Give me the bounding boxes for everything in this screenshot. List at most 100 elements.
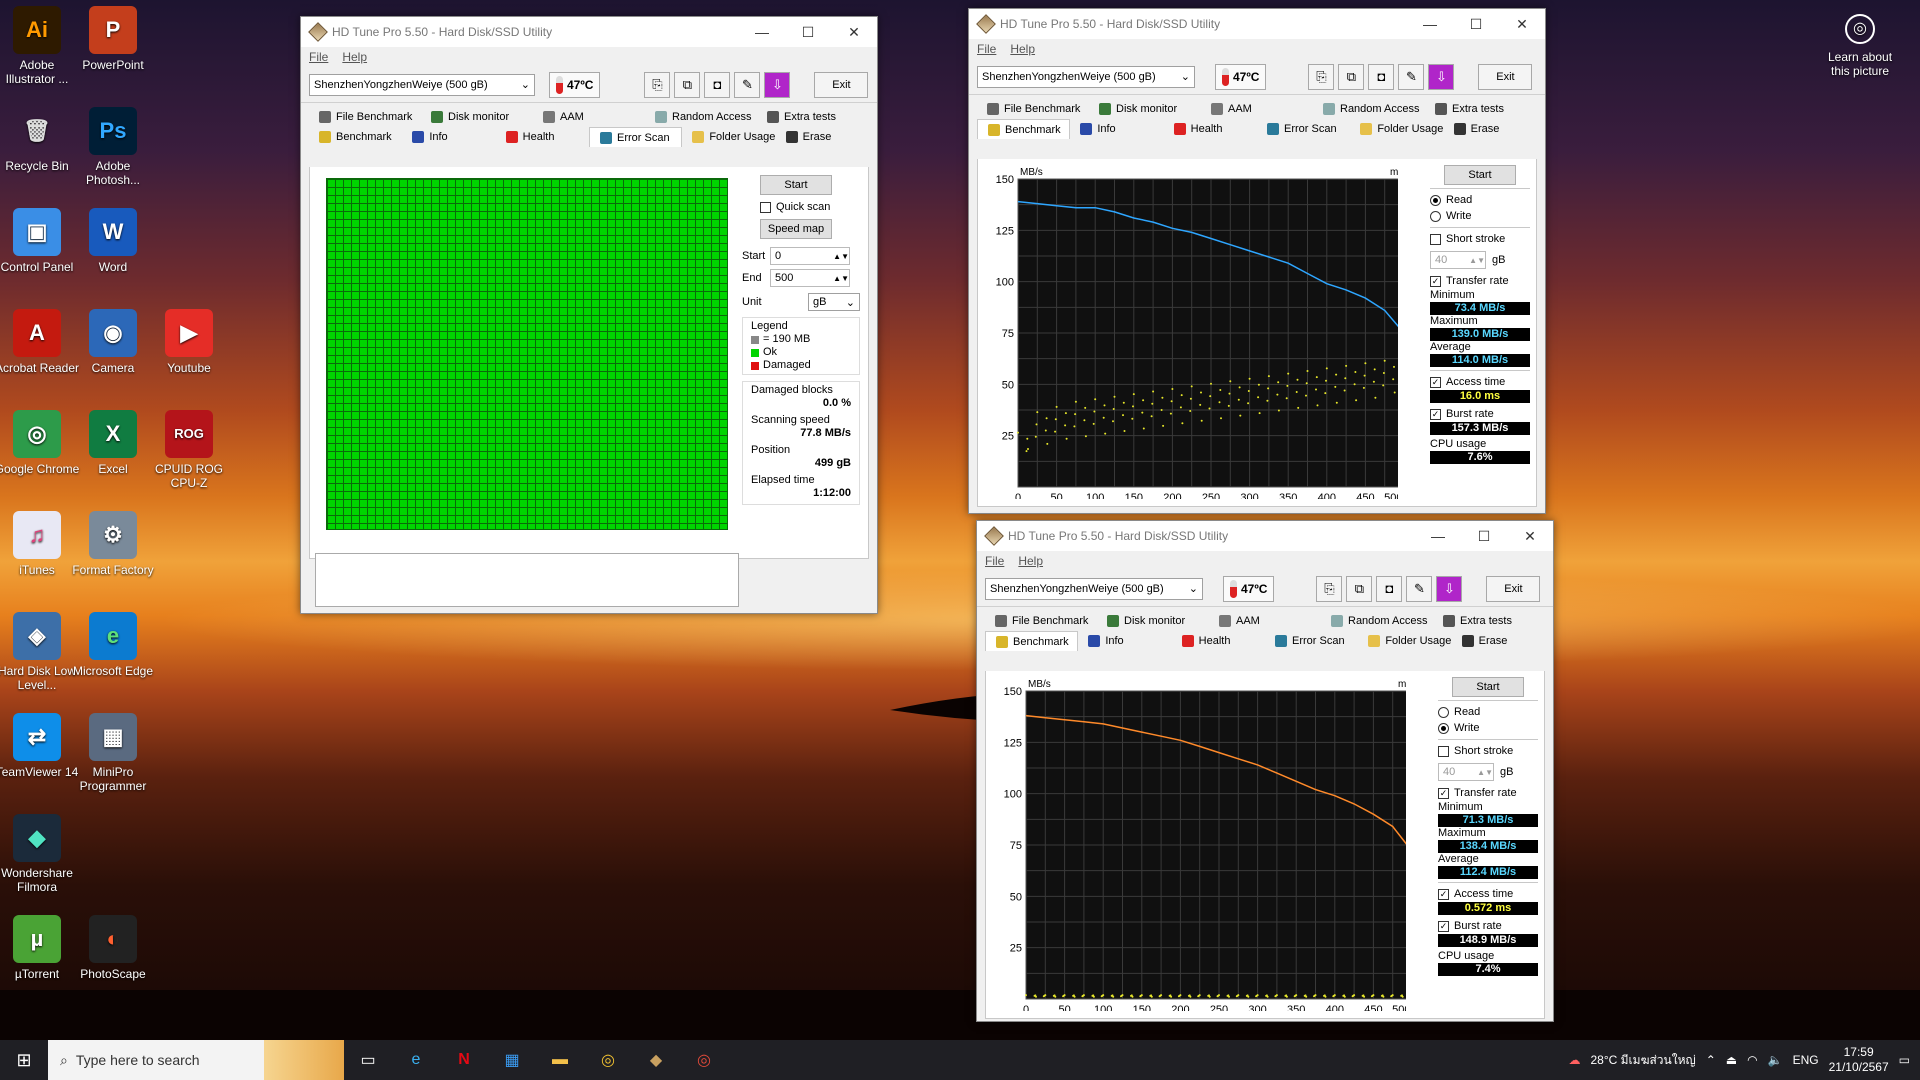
desktop-icon[interactable]: ◈ Hard Disk Low Level... bbox=[0, 612, 80, 692]
tab-folder-usage[interactable]: Folder Usage bbox=[682, 127, 775, 147]
copy-info-icon[interactable]: ⎘ bbox=[1308, 63, 1335, 90]
close-button[interactable]: ✕ bbox=[1499, 16, 1545, 33]
tab-file-benchmark[interactable]: File Benchmark bbox=[309, 107, 421, 127]
maximize-button[interactable]: ☐ bbox=[1453, 16, 1499, 33]
menu-file[interactable]: File bbox=[309, 50, 328, 64]
desktop-icon[interactable]: ▣ Control Panel bbox=[0, 208, 80, 274]
tab-error-scan[interactable]: Error Scan bbox=[1257, 119, 1350, 139]
short-stroke-checkbox[interactable]: Short stroke bbox=[1438, 743, 1538, 759]
tab-health[interactable]: Health bbox=[1164, 119, 1257, 139]
tab-extra-tests[interactable]: Extra tests bbox=[757, 107, 869, 127]
edge-taskbar-icon[interactable]: e bbox=[392, 1040, 440, 1080]
chevron-up-icon[interactable]: ⌃ bbox=[1706, 1053, 1716, 1067]
tab-benchmark[interactable]: Benchmark bbox=[309, 127, 402, 147]
drive-select[interactable]: ShenzhenYongzhenWeiye (500 gB) ⌄ bbox=[977, 65, 1195, 88]
tab-erase[interactable]: Erase bbox=[1452, 631, 1545, 651]
write-radio[interactable]: Write bbox=[1438, 720, 1538, 736]
save-icon[interactable]: ⇩ bbox=[764, 71, 791, 98]
start-button[interactable]: Start bbox=[1452, 677, 1524, 697]
chrome-taskbar-icon[interactable]: ◎ bbox=[584, 1040, 632, 1080]
read-radio[interactable]: Read bbox=[1438, 704, 1538, 720]
exit-button[interactable]: Exit bbox=[814, 71, 869, 98]
desktop-icon[interactable]: ROG CPUID ROG CPU-Z bbox=[146, 410, 232, 490]
minimize-button[interactable]: — bbox=[1415, 528, 1461, 545]
learn-about-picture[interactable]: ◎ Learn about this picture bbox=[1818, 14, 1902, 78]
weather-icon[interactable]: ☁ bbox=[1569, 1053, 1581, 1067]
tab-random-access[interactable]: Random Access bbox=[1321, 611, 1433, 631]
screenshot-icon[interactable]: ◘ bbox=[1368, 63, 1395, 90]
save-icon[interactable]: ⇩ bbox=[1428, 63, 1455, 90]
end-field[interactable]: 500 ▲▼ bbox=[770, 269, 850, 287]
tab-info[interactable]: Info bbox=[402, 127, 495, 147]
tab-aam[interactable]: AAM bbox=[533, 107, 645, 127]
access-time-checkbox[interactable]: ✓ Access time bbox=[1438, 886, 1538, 902]
screenshot-icon[interactable]: ◘ bbox=[704, 71, 731, 98]
menu-help[interactable]: Help bbox=[1010, 42, 1035, 56]
copy-all-icon[interactable]: ⧉ bbox=[674, 71, 701, 98]
tab-aam[interactable]: AAM bbox=[1209, 611, 1321, 631]
title-bar[interactable]: HD Tune Pro 5.50 - Hard Disk/SSD Utility… bbox=[301, 17, 877, 47]
weather-text[interactable]: 28°C มีเมฆส่วนใหญ่ bbox=[1591, 1051, 1696, 1070]
file-explorer-taskbar-icon[interactable]: ▬ bbox=[536, 1040, 584, 1080]
tab-error-scan[interactable]: Error Scan bbox=[1265, 631, 1358, 651]
tab-folder-usage[interactable]: Folder Usage bbox=[1358, 631, 1451, 651]
task-view-icon[interactable]: ▭ bbox=[344, 1040, 392, 1080]
hdtune-taskbar-icon[interactable]: ◆ bbox=[632, 1040, 680, 1080]
quick-scan-checkbox[interactable]: Quick scan bbox=[760, 199, 860, 215]
exit-button[interactable]: Exit bbox=[1486, 575, 1541, 602]
volume-icon[interactable]: 🔈 bbox=[1768, 1053, 1783, 1067]
search-box[interactable]: ⌕ Type here to search bbox=[48, 1040, 344, 1080]
unit-select[interactable]: gB ⌄ bbox=[808, 293, 860, 311]
write-radio[interactable]: Write bbox=[1430, 208, 1530, 224]
tab-benchmark[interactable]: Benchmark bbox=[985, 631, 1079, 651]
tab-health[interactable]: Health bbox=[496, 127, 589, 147]
title-bar[interactable]: HD Tune Pro 5.50 - Hard Disk/SSD Utility… bbox=[977, 521, 1553, 551]
start-field[interactable]: 0 ▲▼ bbox=[770, 247, 850, 265]
options-icon[interactable]: ✎ bbox=[1406, 575, 1433, 602]
tab-random-access[interactable]: Random Access bbox=[645, 107, 757, 127]
tab-info[interactable]: Info bbox=[1070, 119, 1163, 139]
tab-disk-monitor[interactable]: Disk monitor bbox=[421, 107, 533, 127]
desktop-icon[interactable]: ▶ Youtube bbox=[146, 309, 232, 375]
desktop-icon[interactable]: W Word bbox=[70, 208, 156, 274]
tab-erase[interactable]: Erase bbox=[1444, 119, 1537, 139]
copy-info-icon[interactable]: ⎘ bbox=[1316, 575, 1343, 602]
tab-error-scan[interactable]: Error Scan bbox=[589, 127, 683, 147]
desktop-icon[interactable]: Ps Adobe Photosh... bbox=[70, 107, 156, 187]
menu-help[interactable]: Help bbox=[342, 50, 367, 64]
tab-file-benchmark[interactable]: File Benchmark bbox=[985, 611, 1097, 631]
start-button[interactable]: Start bbox=[1444, 165, 1516, 185]
desktop-icon[interactable]: A Acrobat Reader bbox=[0, 309, 80, 375]
stroke-field[interactable]: 40 ▲▼ bbox=[1438, 763, 1494, 781]
close-button[interactable]: ✕ bbox=[1507, 528, 1553, 545]
save-icon[interactable]: ⇩ bbox=[1436, 575, 1463, 602]
desktop-icon[interactable]: ◐ PhotoScape bbox=[70, 915, 156, 981]
desktop-icon[interactable]: ⇄ TeamViewer 14 bbox=[0, 713, 80, 779]
tab-random-access[interactable]: Random Access bbox=[1313, 99, 1425, 119]
screenshot-icon[interactable]: ◘ bbox=[1376, 575, 1403, 602]
title-bar[interactable]: HD Tune Pro 5.50 - Hard Disk/SSD Utility… bbox=[969, 9, 1545, 39]
exit-button[interactable]: Exit bbox=[1478, 63, 1533, 90]
network-icon[interactable]: ◠ bbox=[1747, 1053, 1757, 1067]
desktop-icon[interactable]: ◉ Camera bbox=[70, 309, 156, 375]
log-area[interactable] bbox=[315, 553, 739, 607]
tab-extra-tests[interactable]: Extra tests bbox=[1433, 611, 1545, 631]
minimize-button[interactable]: — bbox=[1407, 16, 1453, 33]
close-button[interactable]: ✕ bbox=[831, 24, 877, 41]
read-radio[interactable]: Read bbox=[1430, 192, 1530, 208]
drive-select[interactable]: ShenzhenYongzhenWeiye (500 gB) ⌄ bbox=[985, 577, 1203, 600]
desktop-icon[interactable]: µ µTorrent bbox=[0, 915, 80, 981]
store-taskbar-icon[interactable]: ▦ bbox=[488, 1040, 536, 1080]
desktop-icon[interactable]: ♫ iTunes bbox=[0, 511, 80, 577]
access-time-checkbox[interactable]: ✓ Access time bbox=[1430, 374, 1530, 390]
maximize-button[interactable]: ☐ bbox=[785, 24, 831, 41]
speed-map-button[interactable]: Speed map bbox=[760, 219, 832, 239]
options-icon[interactable]: ✎ bbox=[734, 71, 761, 98]
tab-folder-usage[interactable]: Folder Usage bbox=[1350, 119, 1443, 139]
menu-file[interactable]: File bbox=[985, 554, 1004, 568]
short-stroke-checkbox[interactable]: Short stroke bbox=[1430, 231, 1530, 247]
usb-icon[interactable]: ⏏ bbox=[1726, 1053, 1737, 1067]
desktop-icon[interactable]: P PowerPoint bbox=[70, 6, 156, 72]
start-button[interactable]: Start bbox=[760, 175, 832, 195]
desktop-icon[interactable]: ◎ Google Chrome bbox=[0, 410, 80, 476]
